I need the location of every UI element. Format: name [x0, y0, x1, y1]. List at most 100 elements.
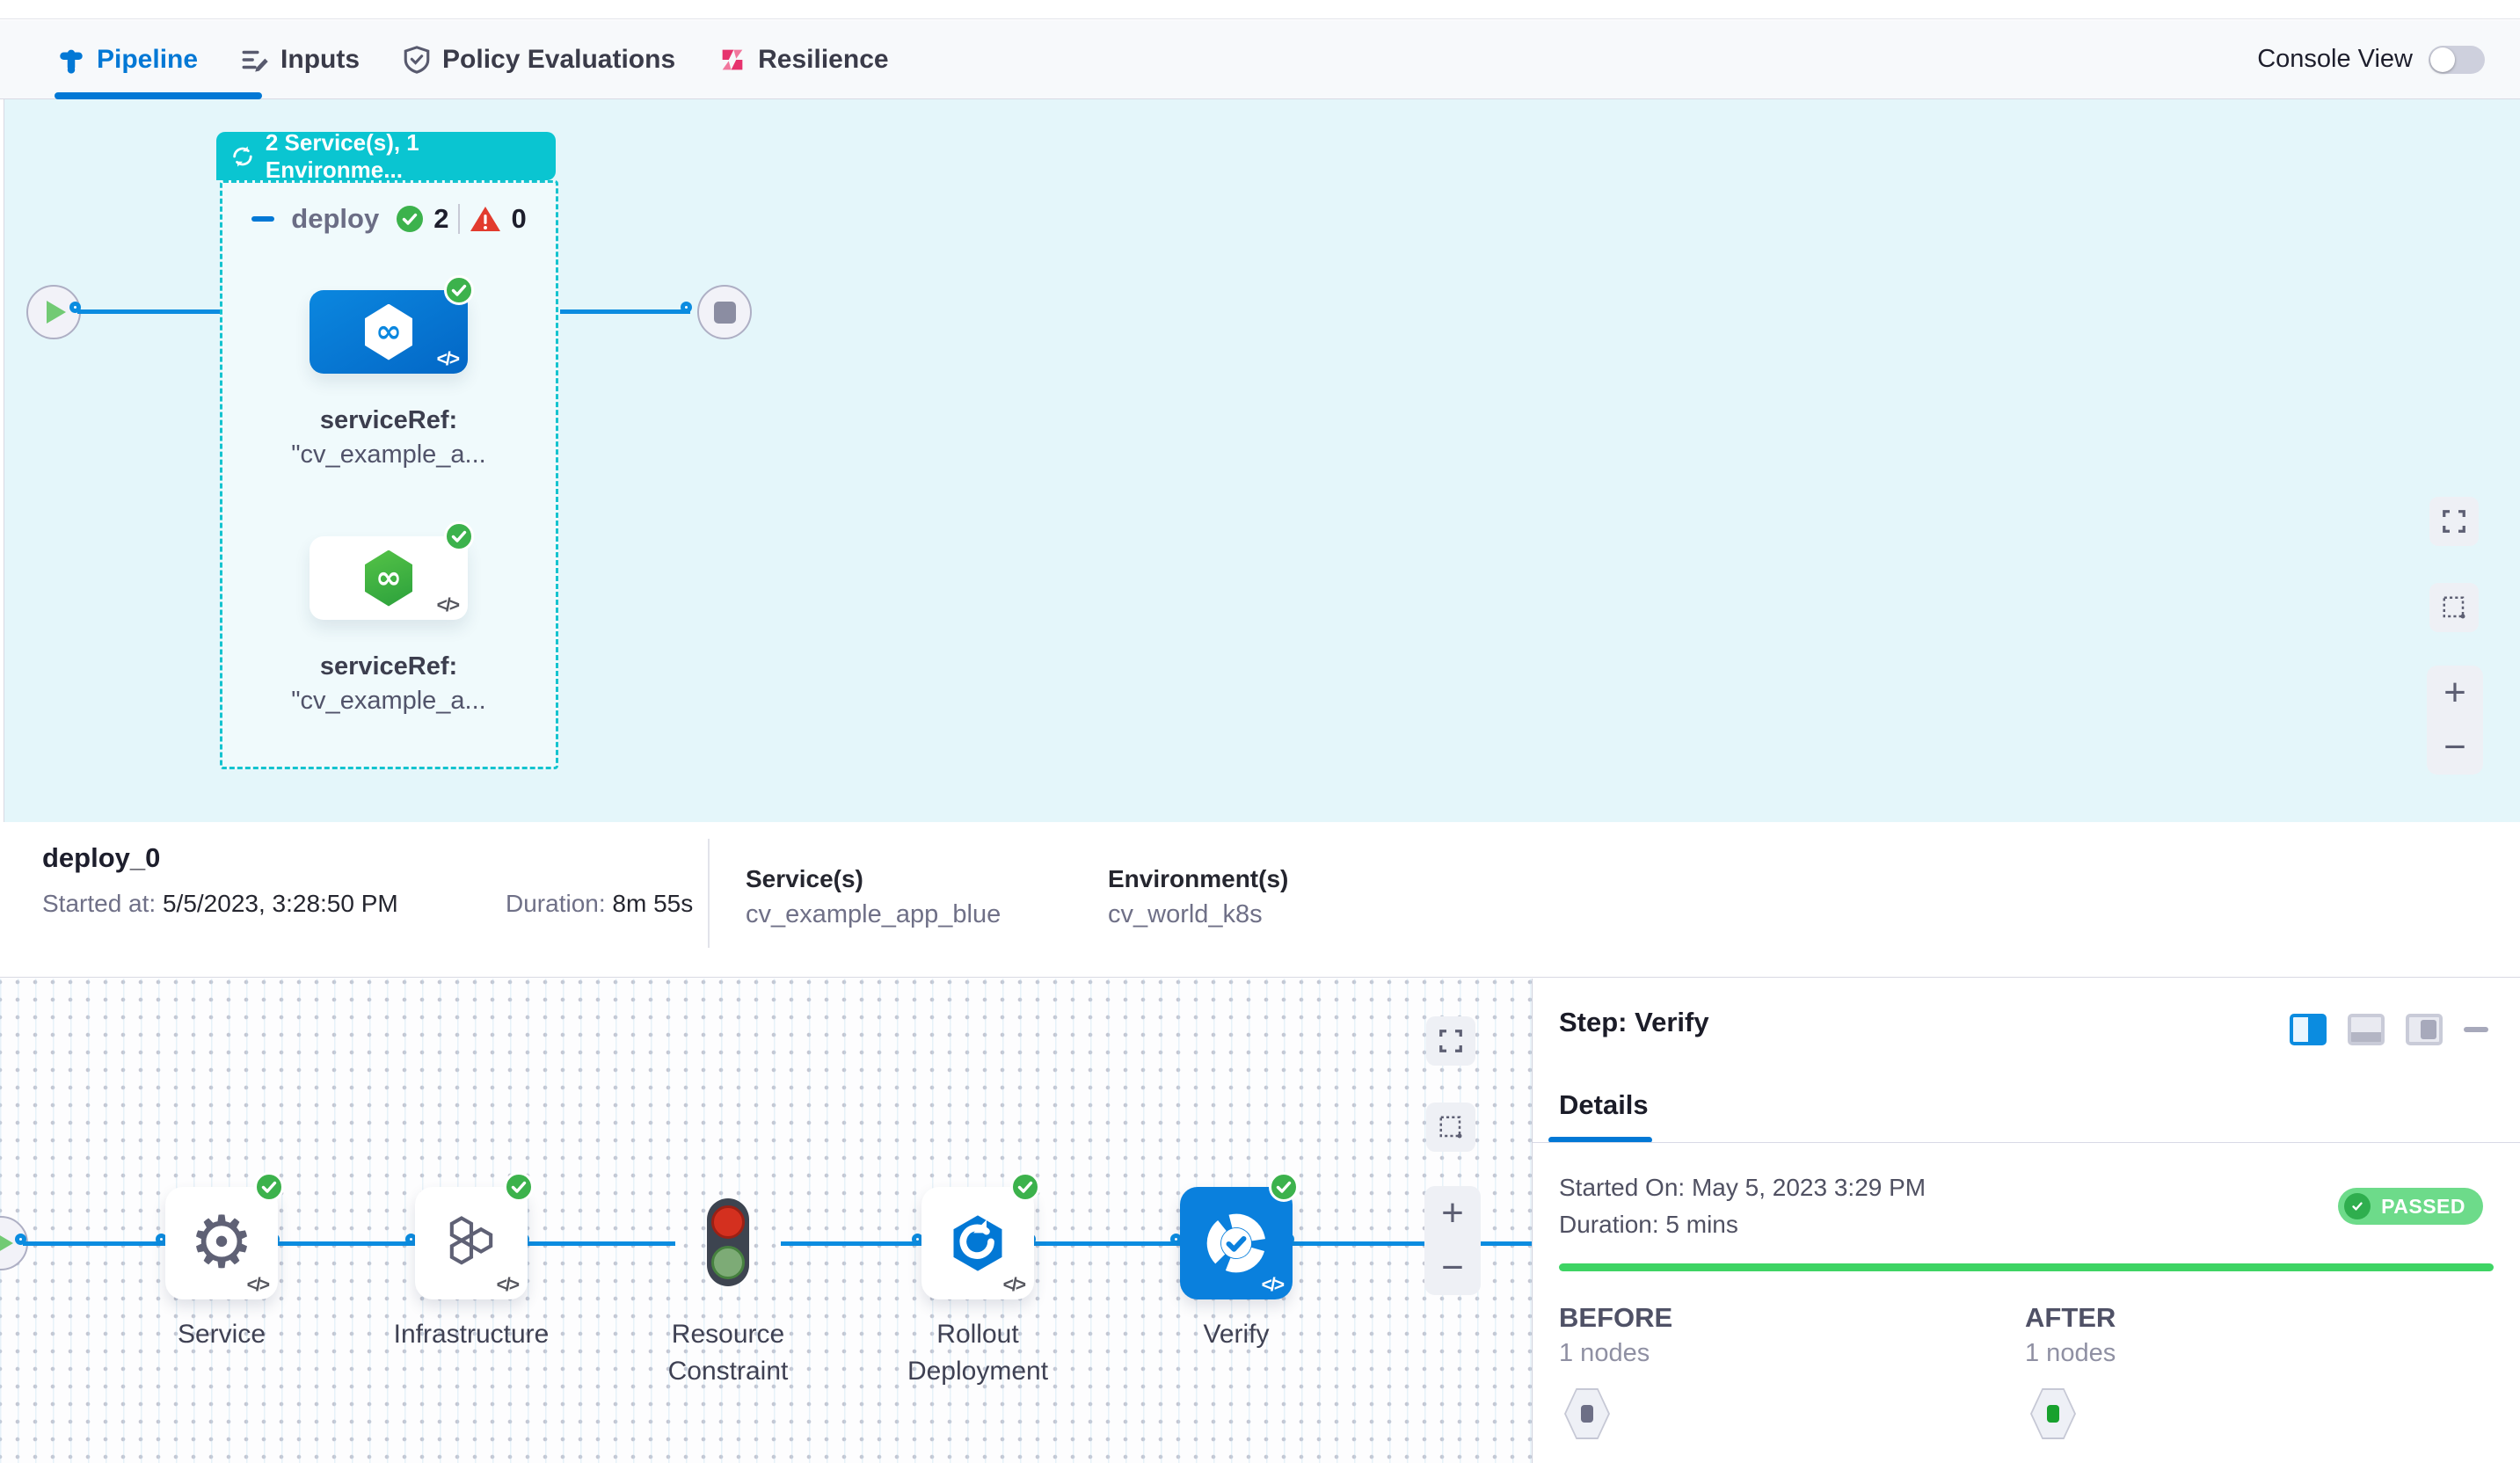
- started-at-value: 5/5/2023, 3:28:50 PM: [163, 890, 398, 917]
- step-node-rollout-deployment[interactable]: </>: [921, 1187, 1034, 1299]
- tab-inputs[interactable]: Inputs: [240, 20, 360, 98]
- execution-split-view: ⚙ </> Service </> Infrastructu: [0, 979, 2520, 1463]
- inputs-icon: [240, 45, 270, 75]
- edge: [23, 1241, 165, 1246]
- marquee-select-button[interactable]: [1426, 1103, 1475, 1152]
- services-header: Service(s): [746, 865, 863, 893]
- traffic-light-green: [711, 1246, 745, 1279]
- service-ref-key: serviceRef:: [257, 652, 521, 681]
- layout-bottom-split-button[interactable]: [2348, 1014, 2385, 1045]
- marquee-select-button[interactable]: [2429, 583, 2479, 632]
- service-node-1[interactable]: ∞ </>: [310, 290, 468, 374]
- stage-group-tag-label: 2 Service(s), 1 Environme...: [266, 129, 542, 184]
- step-duration: Duration: 5 mins: [1559, 1211, 1738, 1239]
- success-badge-icon: [254, 1172, 284, 1202]
- after-header: AFTER: [2025, 1302, 2116, 1334]
- step-label: Resource Constraint: [623, 1316, 834, 1390]
- code-glyph-icon: </>: [1003, 1275, 1024, 1296]
- before-node-hexagon[interactable]: [1564, 1388, 1610, 1439]
- node-status-dot: [1581, 1405, 1593, 1423]
- code-glyph-icon: </>: [437, 595, 458, 616]
- edge: [278, 1241, 415, 1246]
- play-icon: [0, 1232, 13, 1255]
- step-execution-canvas[interactable]: ⚙ </> Service </> Infrastructu: [0, 979, 1532, 1463]
- fit-to-screen-button[interactable]: [1426, 1016, 1475, 1066]
- service-ref-key: serviceRef:: [257, 406, 521, 435]
- status-badge-label: PASSED: [2381, 1195, 2465, 1219]
- selection-box-icon: [1438, 1114, 1464, 1140]
- pipeline-icon: [56, 45, 86, 75]
- step-node-resource-constraint[interactable]: [707, 1198, 749, 1286]
- step-started-on: Started On: May 5, 2023 3:29 PM: [1559, 1174, 1926, 1202]
- started-at-label: Started at:: [42, 890, 163, 917]
- success-badge-icon: [444, 275, 474, 305]
- edge: [1034, 1241, 1180, 1246]
- tab-pipeline[interactable]: Pipeline: [56, 20, 198, 98]
- step-label: Infrastructure: [366, 1316, 577, 1353]
- panel-layout-controls: [2290, 1014, 2488, 1045]
- success-badge-icon: [444, 521, 474, 551]
- before-header: BEFORE: [1559, 1302, 1672, 1334]
- console-view-label: Console View: [2257, 45, 2413, 74]
- edge: [781, 1241, 921, 1246]
- stage-run-name: deploy_0: [42, 842, 160, 874]
- code-glyph-icon: </>: [1262, 1275, 1283, 1296]
- info-divider: [708, 839, 710, 948]
- minimize-panel-button[interactable]: [2464, 1027, 2488, 1032]
- zoom-in-button[interactable]: +: [2444, 673, 2466, 712]
- after-node-hexagon[interactable]: [2030, 1388, 2076, 1439]
- tab-resilience[interactable]: Resilience: [717, 20, 888, 98]
- edge-stage-to-end: [560, 309, 690, 314]
- node-status-dot: [2047, 1405, 2059, 1423]
- zoom-out-button[interactable]: −: [2444, 728, 2466, 767]
- tab-details[interactable]: Details: [1559, 1089, 1649, 1121]
- collapse-stage-button[interactable]: [251, 216, 274, 222]
- window-top-strip: [0, 0, 2520, 19]
- layout-floating-panel-button[interactable]: [2406, 1014, 2443, 1045]
- play-icon: [47, 301, 66, 324]
- success-count: 2: [433, 203, 448, 235]
- fit-to-screen-button[interactable]: [2429, 497, 2479, 546]
- service-node-2[interactable]: ∞ </>: [310, 536, 468, 620]
- zoom-out-button[interactable]: −: [1441, 1248, 1464, 1287]
- rollout-deployment-icon: [943, 1208, 1013, 1278]
- edge-connector-dot: [15, 1234, 26, 1245]
- zoom-control: + −: [1424, 1186, 1481, 1295]
- stop-icon: [714, 302, 736, 324]
- step-node-verify[interactable]: </>: [1180, 1187, 1293, 1299]
- environments-header: Environment(s): [1108, 865, 1288, 893]
- step-details-panel: Step: Verify Details Started On: May 5, …: [1533, 979, 2520, 1463]
- execution-tabs-bar: Pipeline Inputs Policy Evaluations Resil…: [0, 20, 2520, 99]
- selection-box-icon: [2441, 594, 2467, 621]
- status-badge: PASSED: [2338, 1188, 2483, 1225]
- stage-header-row: deploy 2 0: [220, 203, 558, 235]
- duration: Duration: 8m 55s: [506, 890, 693, 918]
- console-view-toggle[interactable]: [2429, 46, 2485, 74]
- tab-policy-evaluations[interactable]: Policy Evaluations: [402, 20, 675, 98]
- failure-count-icon: [470, 205, 501, 233]
- step-node-infrastructure[interactable]: </>: [415, 1187, 528, 1299]
- step-node-service[interactable]: ⚙ </>: [165, 1187, 278, 1299]
- success-badge-icon: [1010, 1172, 1040, 1202]
- run-info-bar: deploy_0 Started at: 5/5/2023, 3:28:50 P…: [0, 823, 2520, 978]
- harness-service-icon: ∞: [362, 550, 415, 607]
- success-badge-icon: [504, 1172, 534, 1202]
- active-tab-underline: [55, 92, 262, 99]
- started-at: Started at: 5/5/2023, 3:28:50 PM: [42, 890, 398, 918]
- tab-inputs-label: Inputs: [280, 45, 360, 75]
- stage-group-tag[interactable]: 2 Service(s), 1 Environme...: [216, 132, 556, 180]
- layout-right-split-button[interactable]: [2290, 1014, 2327, 1045]
- shield-check-icon: [402, 45, 432, 75]
- pipeline-stage-canvas[interactable]: 2 Service(s), 1 Environme... deploy 2 0 …: [0, 99, 2520, 822]
- environments-value[interactable]: cv_world_k8s: [1108, 900, 1263, 929]
- before-node-count: 1 nodes: [1559, 1339, 1650, 1368]
- zoom-in-button[interactable]: +: [1441, 1194, 1464, 1233]
- code-glyph-icon: </>: [497, 1275, 518, 1296]
- pipeline-end-node[interactable]: [697, 285, 752, 339]
- services-value[interactable]: cv_example_app_blue: [746, 900, 1001, 929]
- success-count-icon: [396, 205, 424, 233]
- infrastructure-icon: [438, 1210, 505, 1277]
- loop-icon: [230, 143, 255, 170]
- chaos-resilience-icon: [717, 45, 747, 75]
- left-gutter: [0, 99, 4, 822]
